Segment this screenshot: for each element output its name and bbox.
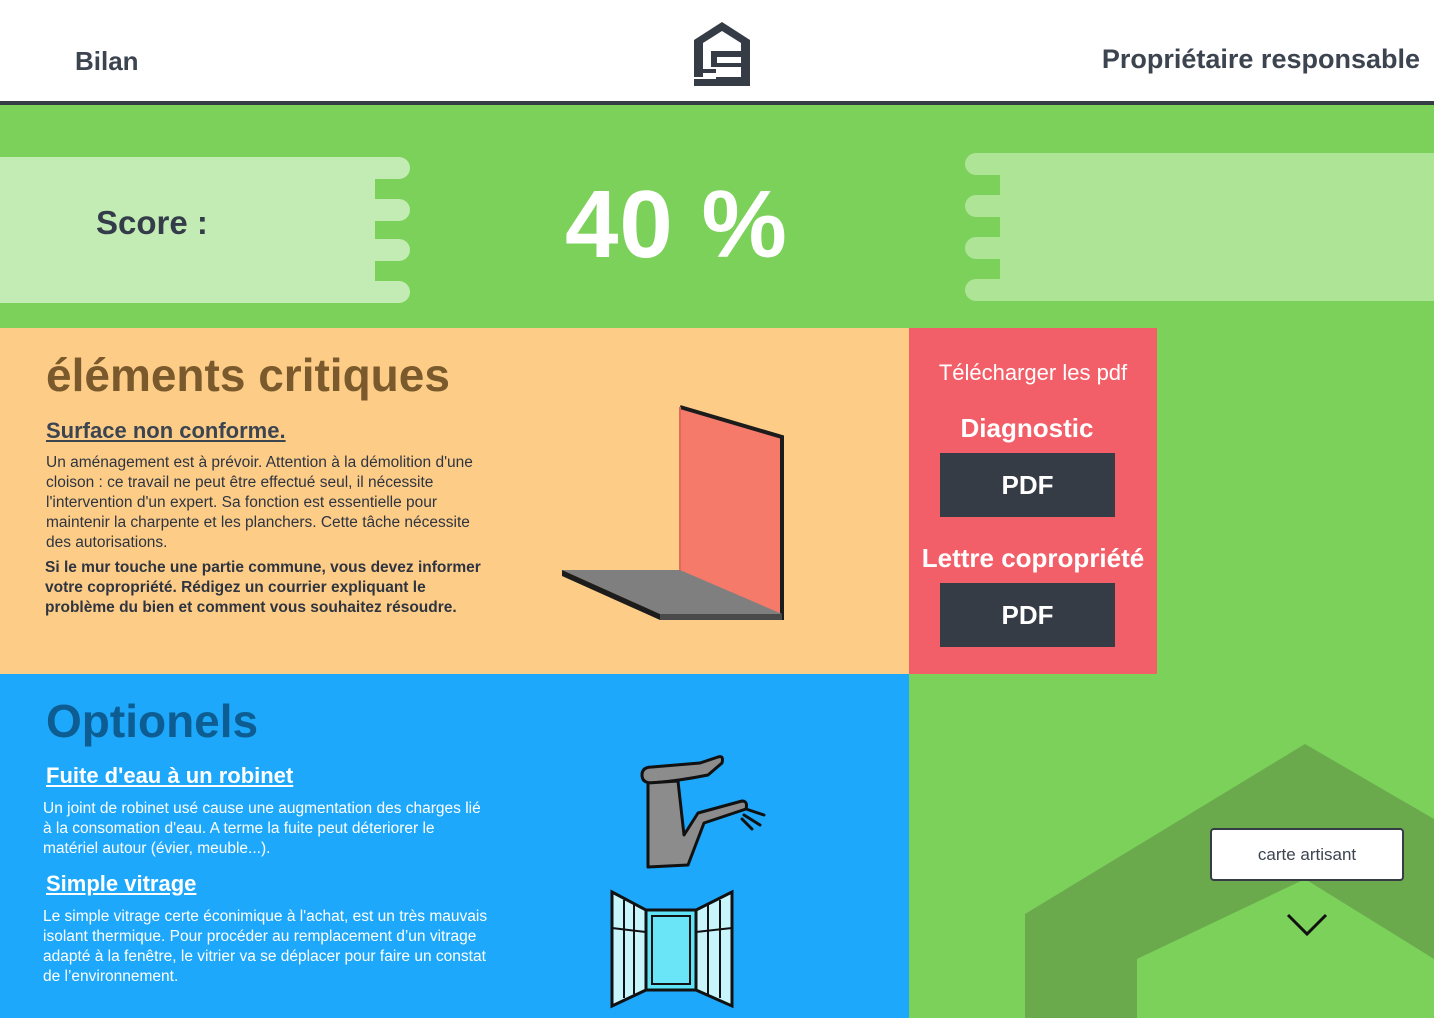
window-icon [610, 889, 734, 1009]
faucet-icon [640, 755, 766, 869]
carte-artisant-button[interactable]: carte artisant [1210, 828, 1404, 881]
diagnostic-label: Diagnostic [960, 413, 1094, 443]
score-label: Score : [96, 204, 208, 241]
optional-item-link[interactable]: Fuite d'eau à un robinet [46, 763, 293, 789]
optional-item-description: Le simple vitrage certe éconimique à l'a… [43, 908, 488, 985]
download-title: Télécharger les pdf [938, 360, 1128, 385]
lettre-label: Lettre copropriété [921, 543, 1145, 573]
chevron-down-icon[interactable] [1285, 910, 1329, 940]
optional-section-title: Optionels [46, 695, 259, 747]
lettre-pdf-button[interactable]: PDF [940, 583, 1115, 647]
critical-item-description: Un aménagement est à prévoir. Attention … [46, 454, 473, 551]
critical-item-link[interactable]: Surface non conforme. [46, 418, 286, 444]
nav-proprietaire-link[interactable]: Propriétaire responsable [1102, 44, 1420, 75]
optional-item-link[interactable]: Simple vitrage [46, 871, 196, 897]
nav-bilan-link[interactable]: Bilan [75, 46, 139, 77]
score-value: 40 % [565, 171, 788, 278]
diagnostic-pdf-button[interactable]: PDF [940, 453, 1115, 517]
optional-item-description: Un joint de robinet usé cause une augmen… [43, 800, 481, 857]
critical-item-note: Si le mur touche une partie commune, vou… [45, 559, 481, 616]
wall-icon [562, 405, 784, 620]
house-logo-icon[interactable] [693, 21, 751, 87]
critical-section-title: éléments critiques [46, 349, 450, 401]
